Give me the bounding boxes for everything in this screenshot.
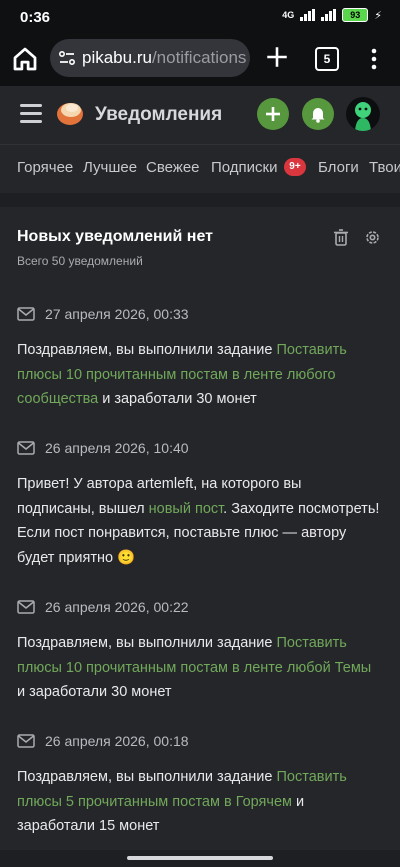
user-avatar[interactable] xyxy=(346,97,380,131)
notification-date: 26 апреля 2026, 00:22 xyxy=(45,599,189,615)
mail-icon xyxy=(17,307,35,321)
page-title: Уведомления xyxy=(95,104,223,125)
more-menu-icon[interactable] xyxy=(366,46,382,72)
notification-date: 26 апреля 2026, 10:40 xyxy=(45,440,189,456)
notification-text: Поздравляем, вы выполнили задание Постав… xyxy=(17,631,383,705)
signal-icon-2 xyxy=(321,9,337,21)
hamburger-menu-icon[interactable] xyxy=(20,104,42,124)
nav-fresh[interactable]: Свежее xyxy=(146,159,200,176)
add-post-button[interactable] xyxy=(257,98,289,130)
home-icon[interactable] xyxy=(10,44,40,74)
browser-toolbar: pikabu.ru/notifications 5 xyxy=(0,34,400,86)
notification-item: 27 апреля 2026, 00:33 Поздравляем, вы вы… xyxy=(17,304,383,412)
trash-icon[interactable] xyxy=(333,229,349,246)
notification-text: Поздравляем, вы выполнили задание Постав… xyxy=(17,765,383,839)
nav-hot[interactable]: Горячее xyxy=(17,159,73,176)
notification-text-before: Поздравляем, вы выполнили задание xyxy=(17,635,277,651)
nav-yours[interactable]: Твои xyxy=(369,159,400,176)
address-bar[interactable]: pikabu.ru/notifications xyxy=(50,39,250,77)
notification-text-after: и заработали 30 монет xyxy=(17,684,172,700)
url-path: /notifications xyxy=(151,48,247,67)
bell-icon xyxy=(311,108,325,123)
url-domain: pikabu.ru xyxy=(82,48,152,67)
notification-item: 26 апреля 2026, 00:22 Поздравляем, вы вы… xyxy=(17,597,383,705)
notifications-card: Новых уведомлений нет Всего 50 уведомлен… xyxy=(0,207,400,850)
notification-text-before: Поздравляем, вы выполнили задание xyxy=(17,342,277,358)
mail-icon xyxy=(17,441,35,455)
notification-item: 26 апреля 2026, 10:40 Привет! У автора a… xyxy=(17,438,383,570)
notifications-button[interactable] xyxy=(302,98,334,130)
notification-header: 26 апреля 2026, 10:40 xyxy=(17,438,383,458)
status-bar: 0:36 4G 93 ⚡ xyxy=(0,0,400,34)
plus-icon xyxy=(266,107,280,121)
category-nav: Горячее Лучшее Свежее Подписки Блоги Тво… xyxy=(0,145,400,193)
mail-icon xyxy=(17,734,35,748)
notification-header: 26 апреля 2026, 00:22 xyxy=(17,597,383,617)
notification-date: 27 апреля 2026, 00:33 xyxy=(45,306,189,322)
status-indicators: 4G 93 ⚡ xyxy=(282,8,382,22)
network-type: 4G xyxy=(282,10,295,20)
tab-switcher-button[interactable]: 5 xyxy=(315,47,339,71)
subscriptions-badge: 9+ xyxy=(284,158,306,176)
new-tab-icon[interactable] xyxy=(264,44,290,70)
notifications-title: Новых уведомлений нет xyxy=(17,228,213,245)
site-settings-icon[interactable] xyxy=(58,49,76,67)
battery-icon: 93 xyxy=(342,8,369,22)
status-time: 0:36 xyxy=(20,9,51,26)
settings-icon[interactable] xyxy=(364,229,381,246)
nav-subscriptions[interactable]: Подписки xyxy=(211,159,278,176)
pikabu-logo[interactable] xyxy=(56,99,84,127)
nav-blogs[interactable]: Блоги xyxy=(318,159,359,176)
mail-icon xyxy=(17,600,35,614)
notification-link[interactable]: новый пост xyxy=(149,501,224,517)
notifications-count: Всего 50 уведомлений xyxy=(17,254,143,268)
notification-text-after: и заработали 30 монет xyxy=(98,391,257,407)
notification-date: 26 апреля 2026, 00:18 xyxy=(45,733,189,749)
notification-header: 26 апреля 2026, 00:18 xyxy=(17,731,383,751)
notification-text: Привет! У автора artemleft, на которого … xyxy=(17,472,383,570)
gesture-bar[interactable] xyxy=(127,856,273,860)
signal-icon xyxy=(300,9,316,21)
url-text[interactable]: pikabu.ru/notifications xyxy=(82,48,246,68)
notification-header: 27 апреля 2026, 00:33 xyxy=(17,304,383,324)
notification-text: Поздравляем, вы выполнили задание Постав… xyxy=(17,338,383,412)
avatar-image xyxy=(355,102,371,131)
app-header: Уведомления xyxy=(0,86,400,145)
notification-text-before: Поздравляем, вы выполнили задание xyxy=(17,769,277,785)
nav-best[interactable]: Лучшее xyxy=(83,159,137,176)
notification-item: 26 апреля 2026, 00:18 Поздравляем, вы вы… xyxy=(17,731,383,839)
charging-icon: ⚡ xyxy=(374,9,382,22)
